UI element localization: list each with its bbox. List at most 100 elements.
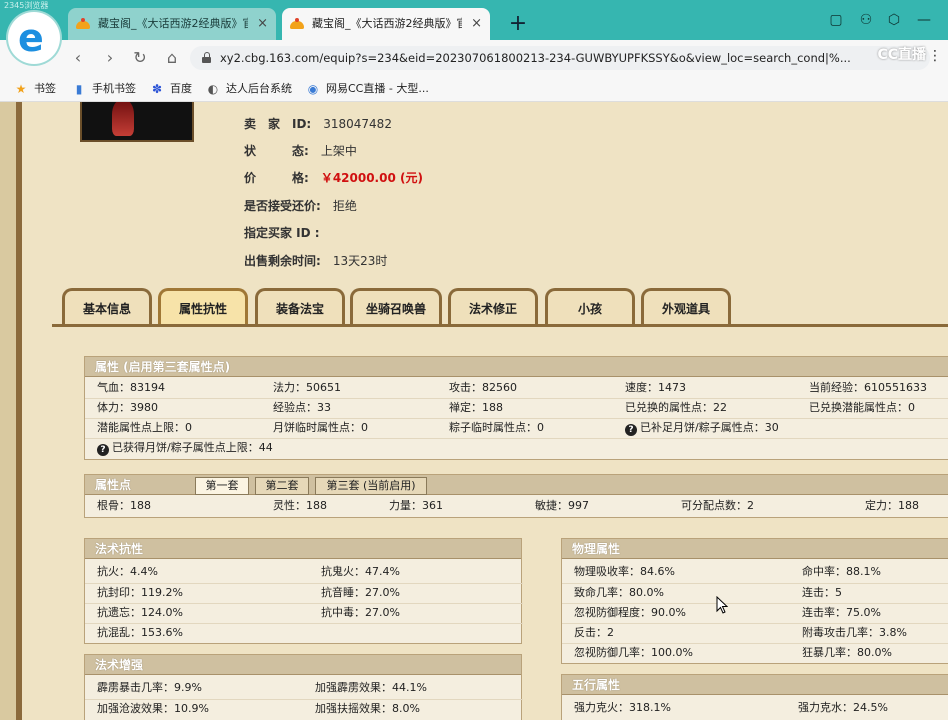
skin-icon[interactable]: ⬡ [884, 12, 904, 28]
user-icon[interactable]: ⚇ [856, 12, 876, 28]
status-label: 状 态: [244, 144, 309, 158]
tab-appearance[interactable]: 外观道具 [641, 288, 731, 326]
more-icon[interactable]: ⋮ [928, 48, 942, 64]
mouse-cursor-icon [716, 595, 729, 614]
attr-cell: 法力：50651 [273, 381, 341, 394]
forward-icon[interactable]: › [100, 48, 120, 68]
attr-cell: 已兑换的属性点：22 [625, 401, 727, 414]
status-row: 状 态: 上架中 [244, 142, 357, 160]
tab-spell-mods[interactable]: 法术修正 [448, 288, 538, 326]
address-bar[interactable]: xy2.cbg.163.com/equip?s=234&eid=20230706… [190, 46, 930, 70]
phone-icon: ▮ [75, 82, 83, 96]
physical-cell: 命中率：88.1% [802, 565, 881, 578]
price-value: ￥42000.00 (元) [320, 171, 423, 185]
physical-cell: 连击：5 [802, 586, 842, 599]
bookmark-item[interactable]: ◉ 网易CC直播 - 大型... [306, 80, 429, 98]
point-cell: 根骨：188 [97, 499, 151, 512]
bargain-value: 拒绝 [332, 199, 357, 213]
enhance-cell: 加强扶摇效果：8.0% [315, 702, 420, 715]
tab-child[interactable]: 小孩 [545, 288, 635, 326]
points-set-1-tab[interactable]: 第一套 [195, 477, 249, 495]
browser-logo[interactable]: e [8, 12, 60, 64]
attr-cell: 粽子临时属性点：0 [449, 421, 544, 434]
tab-baseline [52, 324, 948, 327]
tab-title: 藏宝阁_《大话西游2经典版》官方 [312, 17, 462, 30]
elements-cell: 强力克火：318.1% [574, 701, 671, 714]
cbg-favicon-icon [290, 18, 304, 30]
time-left-label: 出售剩余时间: [244, 254, 321, 268]
attributes-panel-title: 属性 (启用第三套属性点) [85, 357, 948, 377]
tab-attributes[interactable]: 属性抗性 [158, 288, 248, 326]
points-set-3-tab[interactable]: 第三套 (当前启用) [315, 477, 427, 495]
buyer-id-row: 指定买家 ID : [244, 224, 332, 242]
resist-cell: 抗遗忘：124.0% [97, 606, 183, 619]
enhance-cell: 加强霹雳效果：44.1% [315, 681, 427, 694]
resist-cell: 抗封印：119.2% [97, 586, 183, 599]
attr-cell: 已兑换潜能属性点：0 [809, 401, 915, 414]
elements-cell: 强力克水：24.5% [798, 701, 888, 714]
price-row: 价 格: ￥42000.00 (元) [244, 169, 423, 187]
cbg-favicon-icon [76, 18, 90, 30]
reload-icon[interactable]: ↻ [130, 48, 150, 68]
attr-extra: 已获得月饼/粽子属性点上限：44 [112, 441, 273, 454]
attr-cell: 潜能属性点上限：0 [97, 421, 192, 434]
bookmark-label: 手机书签 [92, 82, 136, 95]
tab-list-icon[interactable]: ▢ [826, 12, 846, 28]
minimize-icon[interactable]: — [914, 12, 934, 28]
bookmark-item[interactable]: ★ 书签 [14, 80, 56, 98]
page-content: 卖 家 ID: 318047482 状 态: 上架中 价 格: ￥42000.00 (… [0, 102, 948, 720]
bookmark-item[interactable]: ▮ 手机书签 [72, 80, 136, 98]
elements-panel: 五行属性 强力克火：318.1% 强力克水：24.5% [561, 674, 948, 720]
physical-panel-title: 物理属性 [562, 539, 948, 559]
point-cell: 敏捷：997 [535, 499, 589, 512]
bookmark-item[interactable]: ✽ 百度 [150, 80, 192, 98]
resist-panel: 法术抗性 抗火：4.4% 抗鬼火：47.4% 抗封印：119.2% 抗音睡：27… [84, 538, 523, 644]
tab-close-icon[interactable]: × [257, 8, 268, 40]
buyer-id-label: 指定买家 ID : [244, 226, 320, 240]
resist-cell: 抗火：4.4% [97, 565, 158, 578]
tab-cbg-1[interactable]: 藏宝阁_《大话西游2经典版》官方 × [68, 8, 276, 40]
time-left-value: 13天23时 [332, 254, 388, 268]
attr-cell: 已补足月饼/粽子属性点：30 [640, 421, 779, 434]
tab-cbg-2[interactable]: 藏宝阁_《大话西游2经典版》官方 × [282, 8, 490, 40]
resist-cell: 抗音睡：27.0% [321, 586, 400, 599]
attr-cell: 体力：3980 [97, 401, 158, 414]
new-tab-button[interactable]: + [506, 10, 530, 38]
attr-cell: 当前经验：610551633 [809, 381, 927, 394]
resist-panel-title: 法术抗性 [85, 539, 521, 559]
physical-cell: 连击率：75.0% [802, 606, 881, 619]
bargain-row: 是否接受还价: 拒绝 [244, 197, 357, 215]
attr-cell-help[interactable]: ? 已获得月饼/粽子属性点上限：44 [97, 439, 273, 457]
seller-id-row: 卖 家 ID: 318047482 [244, 115, 392, 133]
bargain-label: 是否接受还价: [244, 199, 321, 213]
points-set-2-tab[interactable]: 第二套 [255, 477, 309, 495]
help-icon: ? [625, 424, 637, 436]
url-text: xy2.cbg.163.com/equip?s=234&eid=20230706… [220, 51, 851, 65]
browser-toolbar: ‹ › ↻ ⌂ xy2.cbg.163.com/equip?s=234&eid=… [0, 40, 948, 76]
bookmarks-bar: ★ 书签 ▮ 手机书签 ✽ 百度 ◐ 达人后台系统 ◉ 网易CC直播 - 大型.… [0, 76, 948, 102]
enhance-cell: 霹雳暴击几率：9.9% [97, 681, 202, 694]
attr-cell-help[interactable]: ? 已补足月饼/粽子属性点：30 [625, 419, 779, 437]
tab-mounts-pets[interactable]: 坐骑召唤兽 [350, 288, 442, 326]
physical-cell: 附毒攻击几率：3.8% [802, 626, 907, 639]
physical-cell: 反击：2 [574, 626, 614, 639]
points-panel: 属性点 第一套 第二套 第三套 (当前启用) 根骨：188 灵性：188 力量：… [84, 474, 948, 518]
point-cell: 灵性：188 [273, 499, 327, 512]
bookmark-label: 网易CC直播 - 大型... [326, 82, 429, 95]
stream-watermark: CC直播 [877, 47, 926, 63]
physical-cell: 物理吸收率：84.6% [574, 565, 675, 578]
tab-title: 藏宝阁_《大话西游2经典版》官方 [98, 17, 248, 30]
physical-panel: 物理属性 物理吸收率：84.6% 命中率：88.1% 致命几率：80.0% 连击… [561, 538, 948, 664]
tab-equipment[interactable]: 装备法宝 [255, 288, 345, 326]
app-label: 2345浏览器 [4, 1, 49, 10]
tab-close-icon[interactable]: × [471, 8, 482, 40]
back-icon[interactable]: ‹ [68, 48, 88, 68]
elements-panel-title: 五行属性 [562, 675, 948, 695]
resist-cell: 抗鬼火：47.4% [321, 565, 400, 578]
time-left-row: 出售剩余时间: 13天23时 [244, 252, 387, 270]
help-icon: ? [97, 444, 109, 456]
home-icon[interactable]: ⌂ [162, 48, 182, 68]
bookmark-item[interactable]: ◐ 达人后台系统 [206, 80, 292, 98]
physical-cell: 忽视防御程度：90.0% [574, 606, 686, 619]
tab-basic-info[interactable]: 基本信息 [62, 288, 152, 326]
